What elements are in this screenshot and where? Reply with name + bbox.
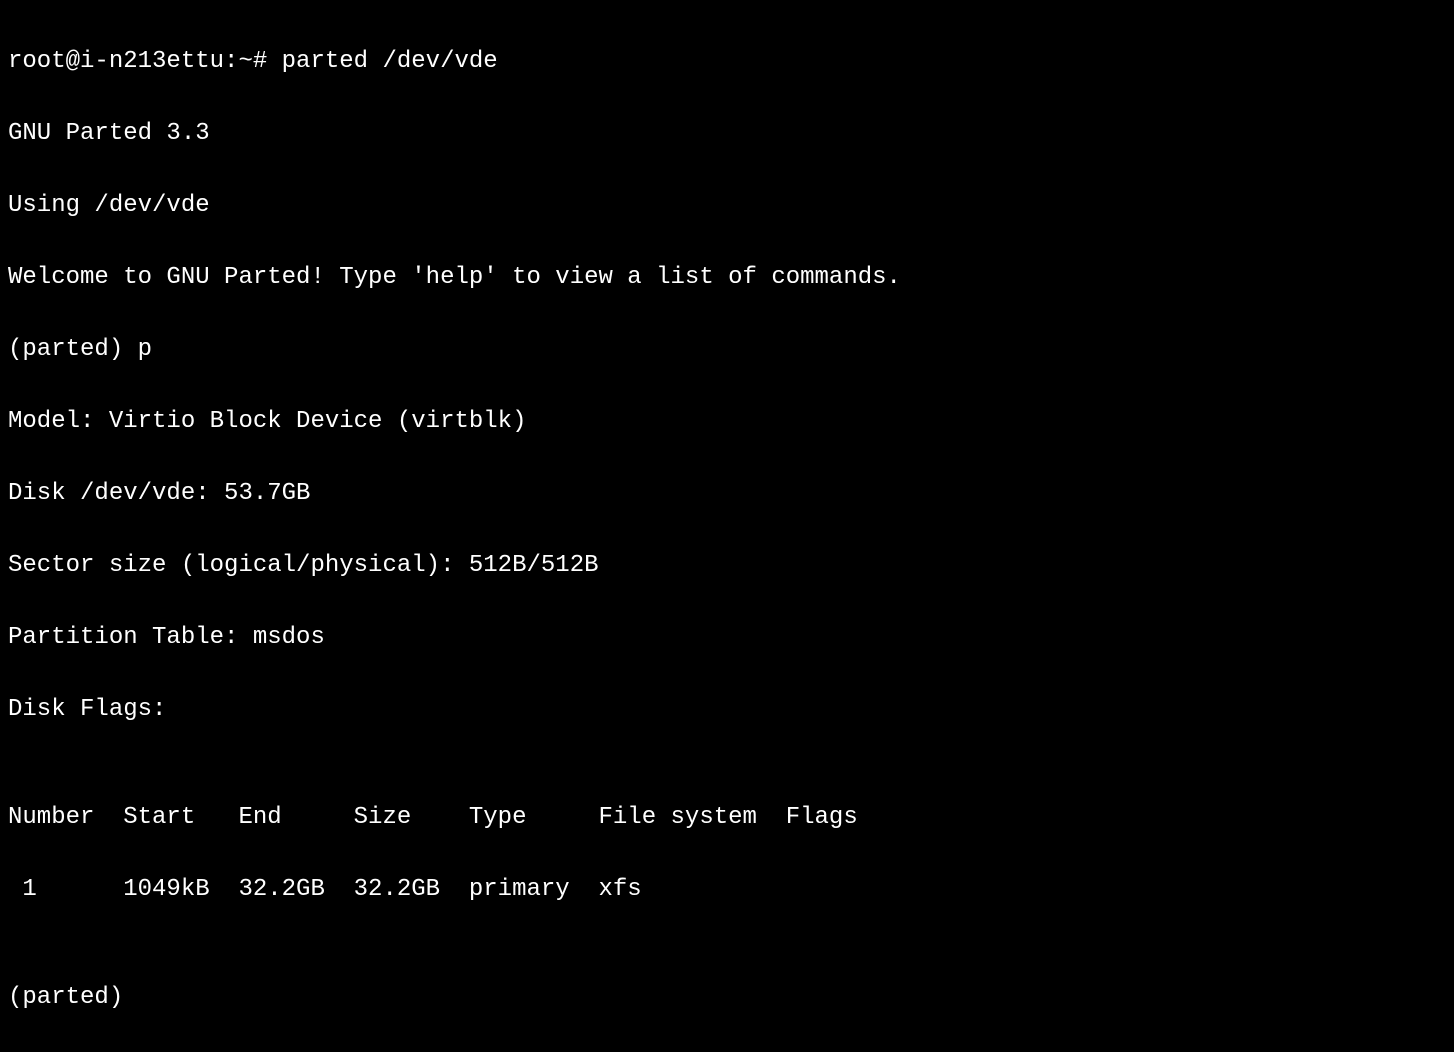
model-info: Model: Virtio Block Device (virtblk) — [8, 404, 1446, 440]
parted-command-line: (parted) p — [8, 332, 1446, 368]
shell-prompt-line: root@i-n213ettu:~# parted /dev/vde — [8, 44, 1446, 80]
sector-size-info: Sector size (logical/physical): 512B/512… — [8, 548, 1446, 584]
parted-prompt[interactable]: (parted) — [8, 980, 1446, 1016]
using-device: Using /dev/vde — [8, 188, 1446, 224]
disk-info: Disk /dev/vde: 53.7GB — [8, 476, 1446, 512]
welcome-message: Welcome to GNU Parted! Type 'help' to vi… — [8, 260, 1446, 296]
partition-table-header: Number Start End Size Type File system F… — [8, 800, 1446, 836]
partition-table-row: 1 1049kB 32.2GB 32.2GB primary xfs — [8, 872, 1446, 908]
partition-table-info: Partition Table: msdos — [8, 620, 1446, 656]
program-version: GNU Parted 3.3 — [8, 116, 1446, 152]
disk-flags-info: Disk Flags: — [8, 692, 1446, 728]
terminal-output[interactable]: root@i-n213ettu:~# parted /dev/vde GNU P… — [8, 8, 1446, 1052]
